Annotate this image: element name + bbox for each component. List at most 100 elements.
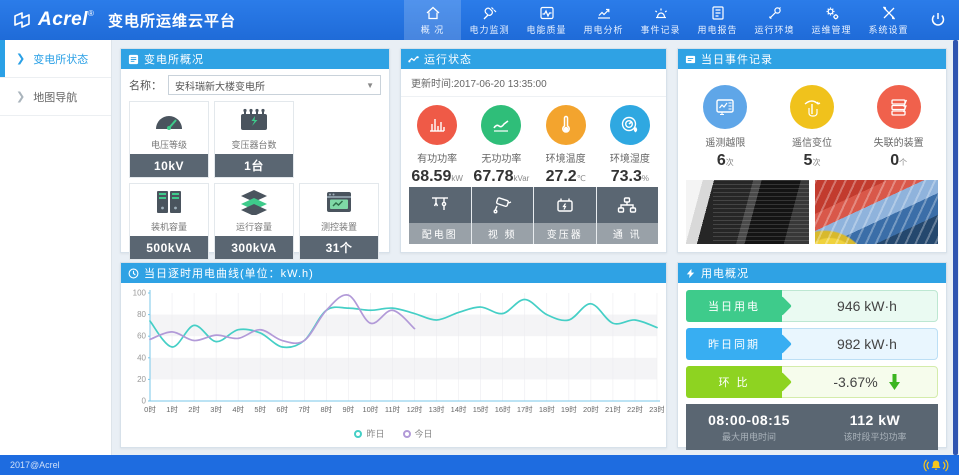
gears-icon xyxy=(824,5,840,22)
monitor-chart-icon xyxy=(703,85,747,129)
layers-icon xyxy=(215,184,293,220)
camera-icon xyxy=(472,187,534,223)
main-nav: 概 况 电力监测 电能质量 用电分析 事件记录 用电报告 xyxy=(404,0,959,40)
chart-area: 0204060801000时1时2时3时4时5时6时7时8时9时10时11时12… xyxy=(121,283,666,440)
server-room-photo[interactable] xyxy=(686,180,809,244)
nav-item-environment[interactable]: 运行环境 xyxy=(746,0,803,40)
yesterday-usage-value: 982 kW·h xyxy=(778,328,938,360)
svg-text:80: 80 xyxy=(137,310,146,319)
distribution-diagram-button[interactable]: 配电图 xyxy=(409,187,471,244)
name-label: 名称： xyxy=(129,77,162,93)
svg-text:2时: 2时 xyxy=(188,404,200,414)
legend-today[interactable]: 今日 xyxy=(403,427,433,440)
nav-item-usage-report[interactable]: 用电报告 xyxy=(689,0,746,40)
nav-item-event-log[interactable]: 事件记录 xyxy=(632,0,689,40)
today-usage-label: 当日用电 xyxy=(686,290,782,322)
list-icon xyxy=(128,54,139,65)
today-usage-value: 946 kW·h xyxy=(778,290,938,322)
svg-text:23时: 23时 xyxy=(649,404,664,414)
overview-cards: 电压等级 10kV 变压器台数 1台 装机容量 500kVA xyxy=(121,99,389,262)
ratio-value: -3.67% xyxy=(778,366,938,398)
offline-device-icon xyxy=(877,85,921,129)
svg-text:13时: 13时 xyxy=(429,404,445,414)
vertical-scrollbar xyxy=(953,40,958,455)
device-icon xyxy=(300,184,378,220)
svg-text:16时: 16时 xyxy=(495,404,511,414)
app-title: 变电所运维云平台 xyxy=(108,10,236,31)
bars-icon xyxy=(417,105,457,145)
event-photos xyxy=(686,180,938,244)
panel-header: 用电概况 xyxy=(678,263,946,283)
panel-title: 变电所概况 xyxy=(144,51,204,67)
transformer-button[interactable]: 变压器 xyxy=(534,187,596,244)
nav-item-overview[interactable]: 概 况 xyxy=(404,0,461,40)
sidebar-item-substation-status[interactable]: ❯ 变电所状态 xyxy=(0,40,111,78)
event-stats: 遥测越限 6次 遥信变位 5次 失联的装置 0个 xyxy=(678,69,946,174)
svg-text:11时: 11时 xyxy=(385,404,401,414)
yesterday-marker-icon xyxy=(354,430,362,438)
humidity-gauge-icon xyxy=(610,105,650,145)
svg-text:21时: 21时 xyxy=(605,404,621,414)
svg-text:7时: 7时 xyxy=(298,404,310,414)
telemetry-overlimit-stat: 遥测越限 6次 xyxy=(695,85,755,170)
peak-power: 112 kW 该时段平均功率 xyxy=(812,412,938,443)
svg-text:18时: 18时 xyxy=(539,404,555,414)
clock-icon xyxy=(128,268,139,279)
svg-text:10时: 10时 xyxy=(363,404,379,414)
svg-text:6时: 6时 xyxy=(276,404,288,414)
transformer-icon xyxy=(215,102,293,138)
nav-item-power-monitor[interactable]: 电力监测 xyxy=(461,0,518,40)
registered-mark: ® xyxy=(88,9,94,18)
station-name-row: 名称： 安科瑞新大楼变电所 ▼ xyxy=(121,69,389,99)
hourly-usage-chart-panel: 当日逐时用电曲线(单位：kW.h) 0204060801000时1时2时3时4时… xyxy=(120,262,667,448)
nav-item-usage-analysis[interactable]: 用电分析 xyxy=(575,0,632,40)
installed-capacity-card: 装机容量 500kVA xyxy=(129,183,209,260)
transformer-count-card: 变压器台数 1台 xyxy=(214,101,294,178)
today-usage-row: 当日用电 946 kW·h xyxy=(686,290,938,322)
copyright-text: 2017@Acrel xyxy=(10,460,60,470)
svg-text:1时: 1时 xyxy=(166,404,178,414)
svg-text:40: 40 xyxy=(137,353,146,362)
status-stats: 有功功率 68.59kW 无功功率 67.78kVar 环境温度 27.2℃ xyxy=(401,97,666,190)
legend-yesterday[interactable]: 昨日 xyxy=(354,427,384,440)
nav-item-ops-management[interactable]: 运维管理 xyxy=(803,0,860,40)
substation-overview-panel: 变电所概况 名称： 安科瑞新大楼变电所 ▼ 电压等级 10kV 变压器台数 xyxy=(120,48,390,253)
yesterday-usage-label: 昨日同期 xyxy=(686,328,782,360)
svg-text:3时: 3时 xyxy=(210,404,222,414)
network-cables-photo[interactable] xyxy=(815,180,938,244)
thermometer-icon xyxy=(546,105,586,145)
reactive-power-stat: 无功功率 67.78kVar xyxy=(471,105,531,186)
svg-text:9时: 9时 xyxy=(343,404,355,414)
footer-bar: 2017@Acrel xyxy=(0,455,959,475)
svg-text:60: 60 xyxy=(137,332,146,341)
panel-header: 当日逐时用电曲线(单位：kW.h) xyxy=(121,263,666,283)
ambient-humidity-stat: 环境湿度 73.3% xyxy=(600,105,660,186)
communication-button[interactable]: 通 讯 xyxy=(597,187,659,244)
quick-buttons: 配电图 视 频 变压器 通 讯 xyxy=(409,187,658,244)
running-status-panel: 运行状态 更新时间:2017-06-20 13:35:00 有功功率 68.59… xyxy=(400,48,667,253)
substation-dashboard: Acrel ® 变电所运维云平台 概 况 电力监测 电能质量 用电分析 xyxy=(0,0,959,475)
usage-line-chart: 0204060801000时1时2时3时4时5时6时7时8时9时10时11时12… xyxy=(123,287,664,429)
svg-text:19时: 19时 xyxy=(561,404,577,414)
gauge-icon xyxy=(130,102,208,138)
chevron-right-icon: ❯ xyxy=(16,90,25,103)
panel-title: 当日事件记录 xyxy=(701,51,773,67)
signal-change-stat: 遥信变位 5次 xyxy=(782,85,842,170)
today-marker-icon xyxy=(403,430,411,438)
notification-bell-icon[interactable] xyxy=(923,458,949,473)
energy-icon xyxy=(685,268,696,279)
scrollbar-thumb[interactable] xyxy=(953,40,958,455)
station-select[interactable]: 安科瑞新大楼变电所 ▼ xyxy=(168,75,381,95)
video-button[interactable]: 视 频 xyxy=(472,187,534,244)
top-navbar: Acrel ® 变电所运维云平台 概 况 电力监测 电能质量 用电分析 xyxy=(0,0,959,40)
trend-icon xyxy=(596,5,612,22)
panel-header: 运行状态 xyxy=(401,49,666,69)
chevron-right-icon: ❯ xyxy=(16,52,25,65)
nav-item-system-settings[interactable]: 系统设置 xyxy=(860,0,917,40)
logout-power-button[interactable] xyxy=(917,0,959,40)
left-sidebar: ❯ 变电所状态 ❯ 地图导航 xyxy=(0,40,112,455)
ratio-row: 环 比 -3.67% xyxy=(686,366,938,398)
sidebar-item-map-navigation[interactable]: ❯ 地图导航 xyxy=(0,78,111,116)
yesterday-usage-row: 昨日同期 982 kW·h xyxy=(686,328,938,360)
nav-item-power-quality[interactable]: 电能质量 xyxy=(518,0,575,40)
